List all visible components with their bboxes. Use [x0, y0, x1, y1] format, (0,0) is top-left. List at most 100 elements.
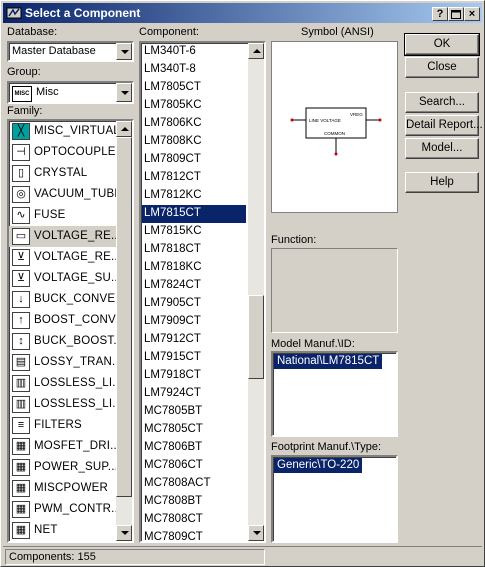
component-item[interactable]: LM7805KC: [142, 97, 246, 115]
component-scrollbar[interactable]: [248, 43, 264, 541]
component-item[interactable]: MC7806CT: [142, 457, 246, 475]
family-item[interactable]: ∿ FUSE: [9, 205, 121, 226]
component-item[interactable]: LM7805CT: [142, 79, 246, 97]
family-scroll-thumb[interactable]: [116, 137, 132, 497]
component-item[interactable]: MC7809CT: [142, 529, 246, 541]
component-item[interactable]: LM7909CT: [142, 313, 246, 331]
group-dropdown-button[interactable]: [116, 83, 132, 102]
close-title-button[interactable]: ×: [464, 7, 480, 21]
component-item[interactable]: LM7905CT: [142, 295, 246, 313]
family-item-label: VOLTAGE_SU...: [34, 272, 121, 284]
component-item[interactable]: MC7805BT: [142, 403, 246, 421]
family-item-label: MOSFET_DRI...: [34, 440, 121, 452]
symbol-pin-in: LINE VOLTAGE: [309, 118, 341, 123]
family-icon-glyph: ▦: [15, 482, 27, 494]
model-list-item[interactable]: National\LM7815CT: [274, 354, 383, 369]
family-item[interactable]: ↕ BUCK_BOOST...: [9, 331, 121, 352]
component-item[interactable]: LM7808KC: [142, 133, 246, 151]
family-list[interactable]: ╳ MISC_VIRTUAL ⊣ OPTOCOUPLER ▯ CRYSTAL ◎ VACUUM…: [7, 119, 134, 543]
miscpower-icon: ▦: [12, 480, 30, 497]
family-item[interactable]: ▦ MOSFET_DRI...: [9, 436, 121, 457]
family-item[interactable]: ▦ PWM_CONTR...: [9, 499, 121, 520]
component-item[interactable]: MC7805CT: [142, 421, 246, 439]
footprint-list-item[interactable]: Generic\TO-220: [274, 458, 363, 473]
symbol-preview: LINE VOLTAGE VREG COMMON: [271, 41, 398, 213]
family-rows: ╳ MISC_VIRTUAL ⊣ OPTOCOUPLER ▯ CRYSTAL ◎ VACUUM…: [9, 121, 121, 541]
component-item[interactable]: LM7806KC: [142, 115, 246, 133]
family-item[interactable]: ▭ VOLTAGE_RE...: [9, 226, 121, 247]
family-icon-glyph: ⊻: [16, 251, 26, 263]
family-item[interactable]: ⊻ VOLTAGE_SU...: [9, 268, 121, 289]
family-item[interactable]: ⊻ VOLTAGE_RE...: [9, 247, 121, 268]
function-box: [271, 248, 398, 333]
component-item[interactable]: LM7815KC: [142, 223, 246, 241]
search-button[interactable]: Search...: [405, 92, 479, 113]
help-button[interactable]: Help: [405, 172, 479, 193]
component-item[interactable]: LM7912CT: [142, 331, 246, 349]
power-supply-icon: ▦: [12, 459, 30, 476]
component-item[interactable]: LM7812CT: [142, 169, 246, 187]
family-item[interactable]: ▥ LOSSLESS_LI...: [9, 394, 121, 415]
family-item[interactable]: ↑ BOOST_CONV...: [9, 310, 121, 331]
component-item[interactable]: LM340T-8: [142, 61, 246, 79]
buck-boost-icon: ↕: [12, 333, 30, 350]
family-item[interactable]: ╳ MISC_VIRTUAL: [9, 121, 121, 142]
family-item[interactable]: ↓ BUCK_CONVE...: [9, 289, 121, 310]
component-item[interactable]: LM7824CT: [142, 277, 246, 295]
component-item[interactable]: LM340T-6: [142, 43, 246, 61]
family-item[interactable]: ⊣ OPTOCOUPLER: [9, 142, 121, 163]
family-item-label: FILTERS: [34, 419, 82, 431]
maximize-icon: [451, 10, 461, 19]
component-item[interactable]: LM7818CT: [142, 241, 246, 259]
family-item-label: BUCK_CONVE...: [34, 293, 121, 305]
chevron-down-icon: [253, 531, 261, 535]
component-item[interactable]: MC7808CT: [142, 511, 246, 529]
net-icon: ▦: [12, 522, 30, 539]
component-item[interactable]: LM7818KC: [142, 259, 246, 277]
component-item[interactable]: LM7815CT: [142, 205, 246, 223]
footprint-list[interactable]: Generic\TO-220: [271, 455, 398, 543]
detail-report-button[interactable]: Detail Report...: [405, 115, 483, 136]
family-item[interactable]: ▦ NET: [9, 520, 121, 541]
family-item[interactable]: ▥ LOSSLESS_LI...: [9, 373, 121, 394]
component-scroll-up-button[interactable]: [248, 43, 264, 59]
family-scroll-down-button[interactable]: [116, 525, 132, 541]
family-item[interactable]: ▦ MISCPOWER: [9, 478, 121, 499]
maximize-button[interactable]: [448, 7, 464, 21]
family-item-label: LOSSY_TRAN...: [34, 356, 121, 368]
family-item-label: VOLTAGE_RE...: [34, 230, 121, 242]
family-item[interactable]: ◎ VACUUM_TUBE: [9, 184, 121, 205]
model-button[interactable]: Model...: [405, 138, 479, 159]
component-list[interactable]: LM340T-6 LM340T-8 LM7805CT LM7805KC LM7806KC…: [139, 41, 266, 543]
help-title-button[interactable]: ?: [432, 7, 448, 21]
database-combo[interactable]: Master Database: [7, 41, 134, 62]
component-item[interactable]: LM7812KC: [142, 187, 246, 205]
component-item[interactable]: LM7918CT: [142, 367, 246, 385]
component-item[interactable]: MC7808BT: [142, 493, 246, 511]
close-button[interactable]: Close: [405, 57, 479, 78]
family-scroll-up-button[interactable]: [116, 121, 132, 137]
family-icon-glyph: ⊣: [16, 146, 26, 158]
title-bar[interactable]: Select a Component ? ×: [3, 3, 482, 23]
component-item[interactable]: LM7924CT: [142, 385, 246, 403]
footprint-label: Footprint Manuf.\Type:: [271, 441, 382, 453]
component-item[interactable]: MC7806BT: [142, 439, 246, 457]
family-item[interactable]: ▯ CRYSTAL: [9, 163, 121, 184]
component-item[interactable]: MC7808ACT: [142, 475, 246, 493]
component-item[interactable]: LM7915CT: [142, 349, 246, 367]
component-scroll-down-button[interactable]: [248, 525, 264, 541]
family-icon-glyph: ▦: [15, 524, 27, 536]
family-item[interactable]: ≡ FILTERS: [9, 415, 121, 436]
family-item[interactable]: ▤ LOSSY_TRAN...: [9, 352, 121, 373]
model-list[interactable]: National\LM7815CT: [271, 351, 398, 437]
family-icon-glyph: ▥: [15, 398, 27, 410]
family-scrollbar[interactable]: [116, 121, 132, 541]
family-item[interactable]: ▦ POWER_SUP...: [9, 457, 121, 478]
voltage-suppressor-icon: ⊻: [12, 270, 30, 287]
group-combo[interactable]: MISC Misc: [7, 81, 134, 104]
lossless-line-icon: ▥: [12, 375, 30, 392]
component-item[interactable]: LM7809CT: [142, 151, 246, 169]
ok-button[interactable]: OK: [404, 33, 480, 56]
component-scroll-thumb[interactable]: [248, 295, 264, 379]
database-dropdown-button[interactable]: [116, 43, 132, 60]
